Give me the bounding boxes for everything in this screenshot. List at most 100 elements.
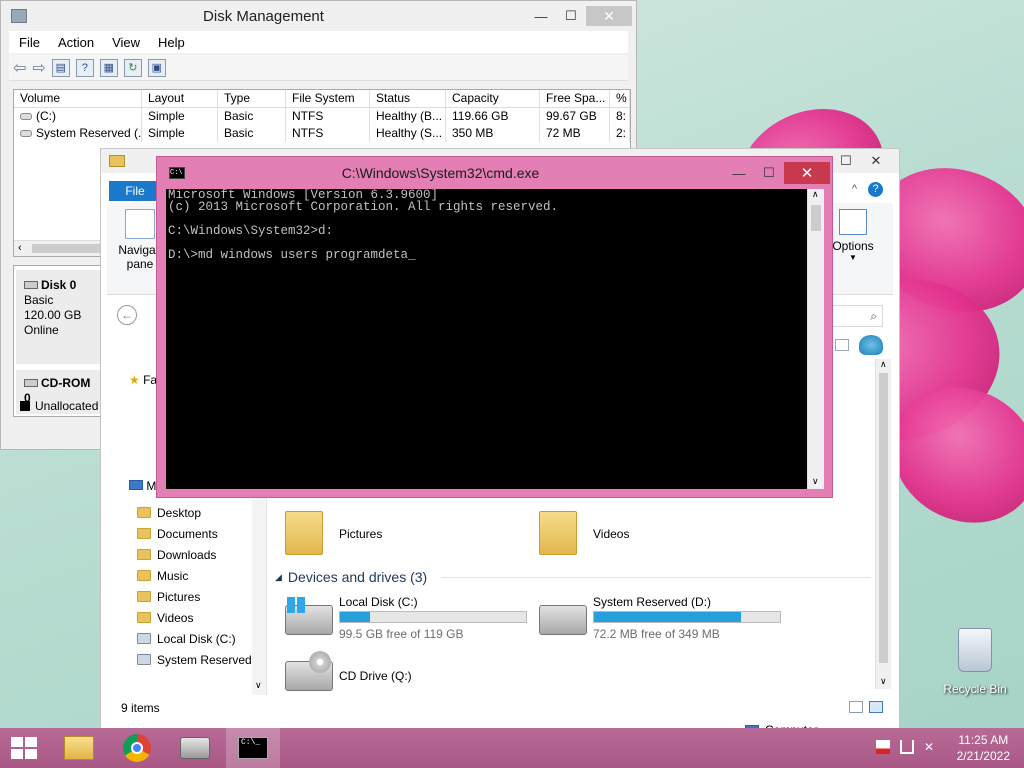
- taskbar-chrome[interactable]: [110, 728, 164, 768]
- minimize-button[interactable]: —: [724, 163, 754, 183]
- column-status[interactable]: Status: [370, 90, 446, 107]
- disc-icon: [309, 651, 331, 673]
- column-type[interactable]: Type: [218, 90, 286, 107]
- help-icon[interactable]: ?: [868, 182, 883, 197]
- column-percent-free[interactable]: %: [610, 90, 630, 107]
- menu-help[interactable]: Help: [158, 35, 185, 50]
- search-icon: ⌕: [870, 309, 877, 323]
- nav-item-music[interactable]: Music: [107, 565, 267, 586]
- maximize-button[interactable]: ☐: [556, 6, 586, 26]
- folder-tile-pictures[interactable]: Pictures: [285, 511, 485, 561]
- drive-tile-system-reserved[interactable]: System Reserved (D:) 72.2 MB free of 349…: [539, 595, 789, 645]
- section-divider: [441, 576, 871, 578]
- volume-capacity: 119.66 GB: [446, 108, 540, 125]
- devices-and-drives-header[interactable]: ◢ Devices and drives (3): [275, 567, 871, 587]
- back-arrow-icon[interactable]: ⇦: [13, 58, 26, 78]
- unallocated-swatch: [20, 401, 30, 411]
- console-output[interactable]: Microsoft Windows [Version 6.3.9600] (c)…: [166, 189, 807, 489]
- start-button[interactable]: [0, 728, 48, 768]
- view-mode-icon[interactable]: [835, 339, 849, 351]
- properties-icon[interactable]: ▦: [99, 58, 118, 77]
- folder-name: Videos: [593, 527, 630, 541]
- clock-time: 11:25 AM: [958, 733, 1009, 747]
- shell-icon[interactable]: [859, 335, 883, 355]
- disk-management-icon: [180, 737, 210, 759]
- scroll-down-icon[interactable]: ∨: [255, 680, 262, 691]
- nav-item-label: Videos: [157, 610, 194, 625]
- favorites-item[interactable]: ★ Fa: [129, 373, 157, 387]
- devices-heading: Devices and drives (3): [287, 569, 428, 585]
- cdrom-icon: [24, 379, 38, 387]
- scroll-up-icon[interactable]: ∧: [812, 189, 819, 200]
- menu-action[interactable]: Action: [58, 35, 94, 50]
- column-volume[interactable]: Volume: [14, 90, 142, 107]
- clock[interactable]: 11:25 AM 2/21/2022: [957, 732, 1010, 764]
- drive-tile-local-disk[interactable]: Local Disk (C:) 99.5 GB free of 119 GB: [285, 595, 535, 645]
- close-button[interactable]: ✕: [784, 162, 830, 184]
- rescan-disks-icon[interactable]: ▣: [147, 58, 166, 77]
- scroll-left-icon[interactable]: ‹: [18, 242, 22, 254]
- recycle-bin-shortcut[interactable]: Recycle Bin: [940, 628, 1010, 696]
- volume-layout: Simple: [142, 125, 218, 142]
- this-pc-item[interactable]: M: [129, 479, 156, 493]
- large-icons-view-icon[interactable]: [869, 701, 883, 713]
- taskbar-command-prompt[interactable]: C:\_: [226, 728, 280, 768]
- content-scrollbar[interactable]: ∧ ∨: [875, 359, 891, 689]
- nav-item-local-disk[interactable]: Local Disk (C:): [107, 628, 267, 649]
- close-button[interactable]: ✕: [586, 6, 632, 26]
- menu-view[interactable]: View: [112, 35, 140, 50]
- refresh-icon[interactable]: ↻: [123, 58, 142, 77]
- scrollbar-thumb[interactable]: [811, 205, 821, 231]
- recycle-bin-label: Recycle Bin: [943, 682, 1007, 696]
- network-icon[interactable]: [900, 740, 914, 754]
- nav-item-documents[interactable]: Documents: [107, 523, 267, 544]
- nav-item-downloads[interactable]: Downloads: [107, 544, 267, 565]
- disk-0-name: Disk 0: [41, 278, 77, 292]
- help-icon[interactable]: ?: [75, 58, 94, 77]
- volume-row[interactable]: (C:) Simple Basic NTFS Healthy (B... 119…: [14, 108, 630, 125]
- nav-item-desktop[interactable]: Desktop: [107, 502, 267, 523]
- show-hide-console-tree-icon[interactable]: ▤: [51, 58, 70, 77]
- column-file-system[interactable]: File System: [286, 90, 370, 107]
- explorer-close-button[interactable]: ✕: [861, 151, 891, 171]
- minimize-button[interactable]: —: [526, 6, 556, 26]
- explorer-maximize-button[interactable]: ☐: [831, 151, 861, 171]
- folder-tile-videos[interactable]: Videos: [539, 511, 739, 561]
- collapse-icon: ◢: [275, 571, 282, 582]
- file-tab[interactable]: File: [109, 181, 161, 201]
- column-free-space[interactable]: Free Spa...: [540, 90, 610, 107]
- back-button[interactable]: ←: [117, 305, 137, 325]
- nav-item-label: Desktop: [157, 505, 202, 520]
- nav-item-system-reserved[interactable]: System Reserved: [107, 649, 267, 670]
- scrollbar-thumb[interactable]: [879, 373, 888, 663]
- maximize-button[interactable]: ☐: [754, 163, 784, 183]
- action-center-flag-icon[interactable]: [876, 740, 890, 754]
- scroll-up-icon[interactable]: ∧: [880, 359, 887, 370]
- nav-item-label: Documents: [157, 526, 218, 541]
- nav-item-label: System Reserved: [157, 652, 252, 667]
- taskbar-file-explorer[interactable]: [52, 728, 106, 768]
- taskbar-disk-management[interactable]: [168, 728, 222, 768]
- volume-file-system: NTFS: [286, 125, 370, 142]
- options-button[interactable]: Options ▼: [825, 209, 881, 262]
- volume-muted-icon[interactable]: ✕: [924, 740, 938, 754]
- nav-item-pictures[interactable]: Pictures: [107, 586, 267, 607]
- windows-logo-icon: [287, 597, 305, 613]
- volume-status: Healthy (S...: [370, 125, 446, 142]
- nav-item-videos[interactable]: Videos: [107, 607, 267, 628]
- console-scrollbar[interactable]: ∧ ∨: [807, 189, 824, 489]
- menu-file[interactable]: File: [19, 35, 40, 50]
- ribbon-collapse-icon[interactable]: ^: [852, 183, 857, 195]
- forward-arrow-icon[interactable]: ⇨: [32, 58, 45, 78]
- disk-0-info[interactable]: Disk 0 Basic 120.00 GB Online: [16, 270, 102, 364]
- volume-layout: Simple: [142, 108, 218, 125]
- column-layout[interactable]: Layout: [142, 90, 218, 107]
- drive-tile-cd-drive[interactable]: CD Drive (Q:): [285, 649, 535, 693]
- scroll-down-icon[interactable]: ∨: [880, 676, 887, 687]
- console-line: (c) 2013 Microsoft Corporation. All righ…: [168, 200, 559, 214]
- details-view-icon[interactable]: [849, 701, 863, 713]
- navigation-pane-icon: [125, 209, 155, 239]
- column-capacity[interactable]: Capacity: [446, 90, 540, 107]
- volume-row[interactable]: System Reserved (... Simple Basic NTFS H…: [14, 125, 630, 142]
- scroll-down-icon[interactable]: ∨: [812, 476, 819, 487]
